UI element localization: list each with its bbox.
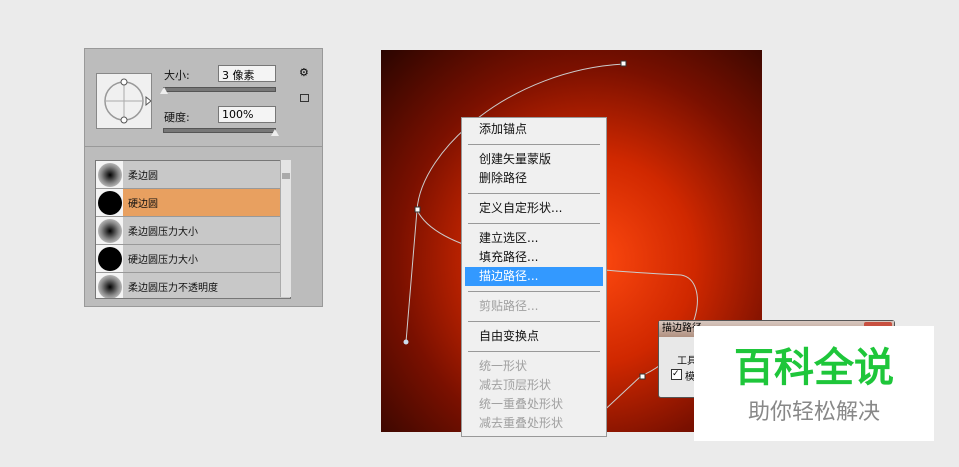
hardness-slider-thumb[interactable] bbox=[271, 129, 279, 136]
preset-item[interactable]: 硬边圆压力大小 bbox=[96, 245, 290, 273]
anchor-point bbox=[620, 60, 627, 67]
menu-item-stroke-path[interactable]: 描边路径... bbox=[465, 267, 603, 286]
brush-tip-preview[interactable] bbox=[96, 73, 152, 129]
menu-item-unite-shapes[interactable]: 统一形状 bbox=[462, 357, 606, 376]
preset-item-selected[interactable]: 硬边圆 bbox=[96, 189, 290, 217]
watermark-subtitle: 助你轻松解决 bbox=[747, 400, 880, 425]
menu-item-define-shape[interactable]: 定义自定形状... bbox=[462, 199, 606, 218]
menu-separator bbox=[468, 144, 600, 145]
size-slider-thumb[interactable] bbox=[160, 87, 168, 94]
menu-item-clipping-path[interactable]: 剪贴路径... bbox=[462, 297, 606, 316]
soft-brush-icon bbox=[97, 274, 122, 298]
menu-separator bbox=[468, 223, 600, 224]
menu-separator bbox=[468, 321, 600, 322]
menu-item-subtract-front[interactable]: 减去顶层形状 bbox=[462, 376, 606, 395]
soft-brush-icon bbox=[97, 218, 122, 243]
hardness-input[interactable]: 100% bbox=[218, 106, 276, 123]
watermark: 百科全说 助你轻松解决 bbox=[694, 326, 934, 441]
menu-item-fill-path[interactable]: 填充路径... bbox=[462, 248, 606, 267]
preset-item[interactable]: 柔边圆 bbox=[96, 161, 290, 189]
gear-icon[interactable]: ⚙ bbox=[299, 66, 309, 79]
preset-item[interactable]: 柔边圆压力大小 bbox=[96, 217, 290, 245]
divider bbox=[85, 146, 322, 147]
menu-item-add-anchor[interactable]: 添加锚点 bbox=[462, 120, 606, 139]
menu-item-exclude-overlap[interactable]: 减去重叠处形状 bbox=[462, 414, 606, 433]
preset-name: 柔边圆压力不透明度 bbox=[128, 283, 218, 294]
list-scrollbar[interactable] bbox=[280, 160, 291, 297]
hard-brush-icon bbox=[97, 246, 122, 271]
hardness-slider[interactable] bbox=[163, 128, 276, 133]
brush-preset-list: 柔边圆 硬边圆 柔边圆压力大小 硬边圆压力大小 柔边圆压力不透明度 bbox=[95, 160, 291, 299]
hardness-label: 硬度: bbox=[164, 111, 190, 124]
context-menu: 添加锚点 创建矢量蒙版 删除路径 定义自定形状... 建立选区... 填充路径.… bbox=[461, 117, 607, 437]
preset-name: 硬边圆压力大小 bbox=[128, 255, 198, 266]
anchor-point bbox=[414, 206, 421, 213]
menu-separator bbox=[468, 351, 600, 352]
soft-brush-icon bbox=[97, 162, 122, 187]
size-label: 大小: bbox=[164, 69, 190, 82]
size-input[interactable]: 3 像素 bbox=[218, 65, 276, 82]
preset-name: 柔边圆 bbox=[128, 171, 158, 182]
menu-item-free-transform-points[interactable]: 自由变换点 bbox=[462, 327, 606, 346]
menu-item-make-selection[interactable]: 建立选区... bbox=[462, 229, 606, 248]
size-slider[interactable] bbox=[163, 87, 276, 92]
anchor-point bbox=[639, 373, 646, 380]
anchor-point bbox=[403, 339, 409, 345]
brush-panel: 大小: 3 像素 硬度: 100% ⚙ 柔边圆 硬边圆 柔边圆压力大小 硬边圆压… bbox=[84, 48, 323, 307]
menu-separator bbox=[468, 291, 600, 292]
menu-item-delete-path[interactable]: 删除路径 bbox=[462, 169, 606, 188]
menu-item-create-vector-mask[interactable]: 创建矢量蒙版 bbox=[462, 150, 606, 169]
new-preset-icon[interactable] bbox=[300, 94, 309, 102]
checkbox[interactable]: ✓ bbox=[671, 369, 682, 380]
menu-separator bbox=[468, 193, 600, 194]
watermark-title: 百科全说 bbox=[734, 345, 894, 391]
preset-name: 柔边圆压力大小 bbox=[128, 227, 198, 238]
preset-item[interactable]: 柔边圆压力不透明度 bbox=[96, 273, 290, 298]
hard-brush-icon bbox=[97, 190, 122, 215]
preset-name: 硬边圆 bbox=[128, 199, 158, 210]
menu-item-intersect-shapes[interactable]: 统一重叠处形状 bbox=[462, 395, 606, 414]
